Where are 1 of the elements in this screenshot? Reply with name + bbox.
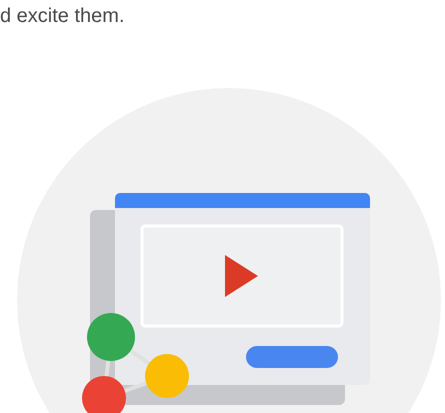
paragraph-text: d excite them. <box>0 4 126 29</box>
